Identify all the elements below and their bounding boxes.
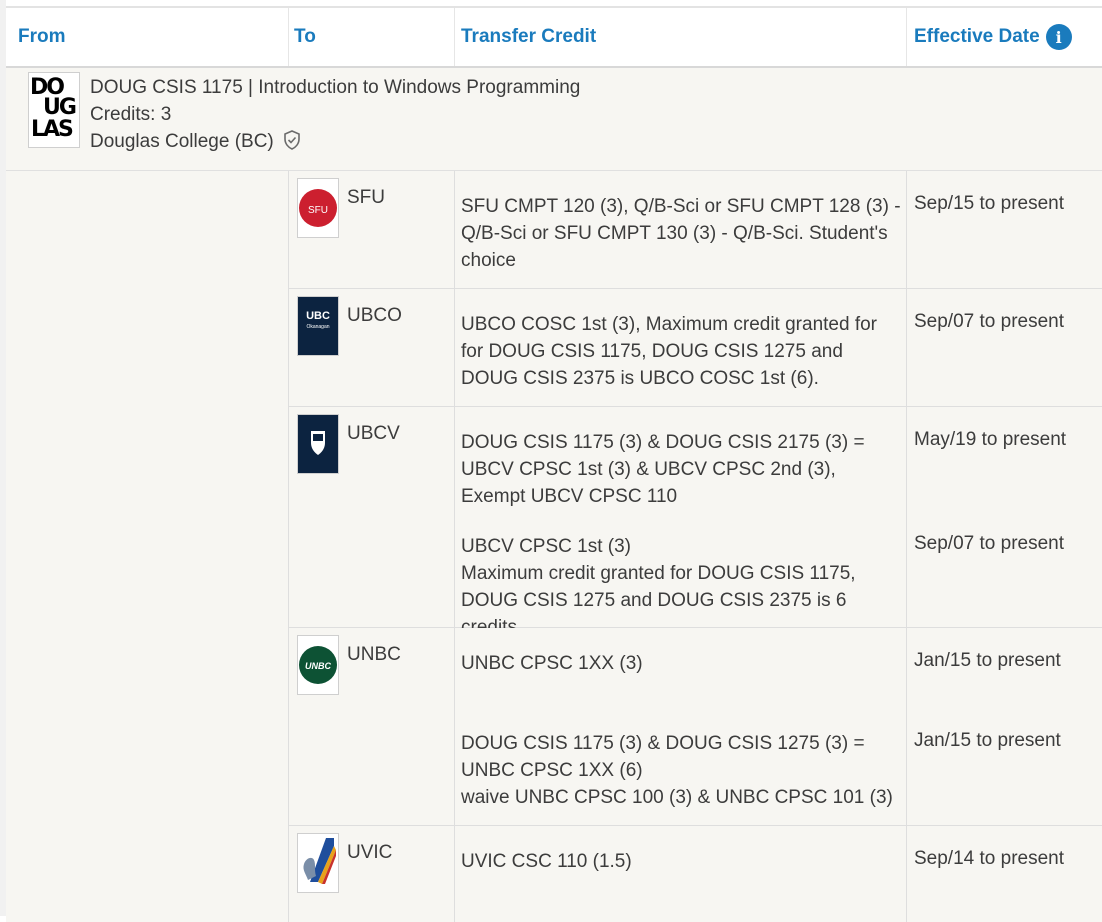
- institution-name-ubcv: UBCV: [347, 423, 400, 444]
- uvic-logo-graphic: [303, 838, 336, 884]
- destination-group-unbc: UNBC UNBC UNBC CPSC 1XX (3) Jan/15 to pr…: [288, 628, 1102, 826]
- column-divider: [906, 171, 907, 922]
- column-header-to: To: [294, 26, 316, 47]
- ubco-logo-text: UBC: [306, 310, 330, 322]
- from-column-spacer: [6, 171, 288, 922]
- transfer-credit-text: UBCO COSC 1st (3), Maximum credit grante…: [461, 314, 877, 389]
- unbc-logo: UNBC: [297, 635, 339, 695]
- institution-name-uvic: UVIC: [347, 842, 393, 863]
- effective-date-value: Sep/14 to present: [914, 848, 1064, 869]
- source-course-row: DO UG LAS DOUG CSIS 1175 | Introduction …: [6, 68, 1102, 171]
- transfer-credit-text: UBCV CPSC 1st (3) Maximum credit granted…: [461, 536, 856, 638]
- source-course-details: DOUG CSIS 1175 | Introduction to Windows…: [90, 74, 580, 155]
- source-institution: Douglas College (BC): [90, 128, 580, 155]
- destination-group-ubcv: UBCV DOUG CSIS 1175 (3) & DOUG CSIS 2175…: [288, 407, 1102, 638]
- transfer-credit-text: DOUG CSIS 1175 (3) & DOUG CSIS 1275 (3) …: [461, 733, 893, 808]
- ubco-logo-graphic: UBC Okanagan: [298, 297, 338, 355]
- info-icon[interactable]: i: [1045, 24, 1072, 50]
- effective-date-value: Sep/07 to present: [914, 533, 1064, 554]
- effective-date-value: Sep/15 to present: [914, 193, 1064, 214]
- ubcv-logo: [297, 414, 339, 474]
- transfer-credit-text: UVIC CSC 110 (1.5): [461, 851, 632, 872]
- destination-group-sfu: SFU SFU SFU CMPT 120 (3), Q/B-Sci or SFU…: [288, 171, 1102, 289]
- source-institution-name: Douglas College (BC): [90, 131, 274, 152]
- destination-group-uvic: UVIC UVIC CSC 110 (1.5) Sep/14 to presen…: [288, 826, 1102, 922]
- transfer-credit-text: DOUG CSIS 1175 (3) & DOUG CSIS 2175 (3) …: [461, 432, 865, 507]
- source-course-title: DOUG CSIS 1175 | Introduction to Windows…: [90, 77, 581, 98]
- sfu-logo-text: SFU: [308, 205, 328, 216]
- sfu-logo: SFU: [297, 178, 339, 238]
- effective-date-value: Jan/15 to present: [914, 650, 1061, 671]
- shield-check-icon: [284, 130, 300, 150]
- logo-letters-2: UG: [43, 95, 77, 120]
- unbc-logo-text: UNBC: [305, 661, 331, 671]
- header-divider: [906, 8, 907, 66]
- institution-name-sfu: SFU: [347, 187, 385, 208]
- institution-name-ubco: UBCO: [347, 305, 402, 326]
- table-header: From To Transfer Credit Effective Date i: [6, 8, 1102, 68]
- header-divider: [454, 8, 455, 66]
- institution-name-unbc: UNBC: [347, 644, 401, 665]
- effective-date-value: Jan/15 to present: [914, 730, 1061, 751]
- column-divider: [288, 171, 289, 922]
- column-divider: [454, 171, 455, 922]
- column-header-transfer-credit: Transfer Credit: [461, 26, 597, 47]
- column-header-effective-date: Effective Date i: [914, 8, 1072, 66]
- uvic-logo: [297, 833, 339, 893]
- destination-group-ubco: UBC Okanagan UBCO UBCO COSC 1st (3), Max…: [288, 289, 1102, 407]
- transfer-credit-text: UNBC CPSC 1XX (3): [461, 653, 643, 674]
- destination-rows: SFU SFU SFU CMPT 120 (3), Q/B-Sci or SFU…: [6, 171, 1102, 922]
- ubco-logo: UBC Okanagan: [297, 296, 339, 356]
- logo-letters-3: LAS: [31, 117, 74, 142]
- ubco-logo-subtext: Okanagan: [306, 324, 329, 330]
- uvic-logo-figure: [303, 857, 316, 880]
- transfer-credit-text: SFU CMPT 120 (3), Q/B-Sci or SFU CMPT 12…: [461, 196, 901, 271]
- effective-date-label: Effective Date: [914, 26, 1040, 47]
- douglas-college-logo: DO UG LAS: [28, 72, 80, 148]
- ubcv-logo-graphic: [298, 415, 338, 473]
- unbc-logo-graphic: UNBC: [299, 646, 337, 684]
- header-divider: [288, 8, 289, 66]
- effective-date-value: May/19 to present: [914, 429, 1067, 450]
- source-course-credits: Credits: 3: [90, 104, 172, 125]
- sfu-logo-graphic: SFU: [299, 189, 337, 227]
- ubcv-logo-crest-inner: [313, 434, 323, 441]
- column-header-from: From: [18, 26, 66, 47]
- effective-date-value: Sep/07 to present: [914, 311, 1064, 332]
